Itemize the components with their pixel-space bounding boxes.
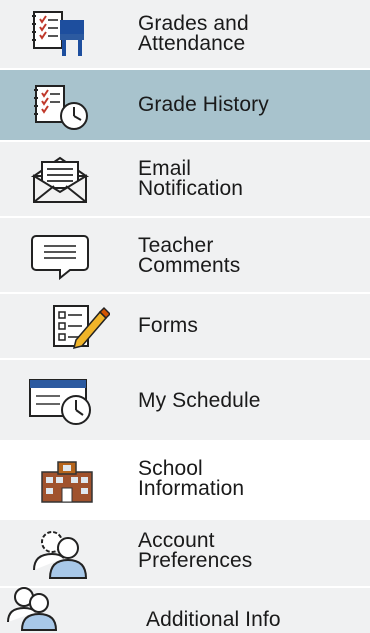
teacher-comments-icon bbox=[31, 235, 89, 280]
nav-item-my-schedule[interactable]: My Schedule bbox=[0, 360, 370, 440]
nav-item-grade-history[interactable]: Grade History bbox=[0, 70, 370, 140]
nav-item-teacher-comments[interactable]: Teacher Comments bbox=[0, 218, 370, 292]
additional-info-icon bbox=[7, 587, 58, 631]
nav-item-forms[interactable]: Forms bbox=[0, 294, 370, 358]
email-notification-icon bbox=[30, 156, 90, 203]
nav-item-label: School Information bbox=[138, 457, 245, 500]
nav-item-label: My Schedule bbox=[138, 389, 261, 412]
nav-item-label: Forms bbox=[138, 314, 198, 337]
forms-icon bbox=[53, 305, 110, 350]
grades-attendance-icon bbox=[32, 11, 84, 56]
nav-item-label: Teacher Comments bbox=[138, 234, 241, 277]
nav-item-label: Grades and Attendance bbox=[138, 12, 249, 55]
school-information-icon bbox=[41, 461, 93, 503]
nav-item-grades-attendance[interactable]: Grades and Attendance bbox=[0, 0, 370, 68]
sidebar-navigation: Grades and Attendance Grade History Emai… bbox=[0, 0, 370, 633]
nav-item-school-information[interactable]: School Information bbox=[0, 442, 370, 518]
nav-item-email-notification[interactable]: Email Notification bbox=[0, 142, 370, 216]
nav-item-label: Account Preferences bbox=[138, 529, 253, 572]
nav-item-additional-info[interactable]: Additional Info bbox=[0, 587, 370, 633]
nav-item-label: Grade History bbox=[138, 93, 269, 116]
nav-item-label: Additional Info bbox=[146, 608, 281, 631]
grade-history-icon bbox=[34, 85, 88, 130]
my-schedule-icon bbox=[29, 379, 91, 425]
nav-item-account-preferences[interactable]: Account Preferences bbox=[0, 520, 370, 586]
account-preferences-icon bbox=[33, 531, 88, 579]
nav-item-label: Email Notification bbox=[138, 157, 244, 200]
